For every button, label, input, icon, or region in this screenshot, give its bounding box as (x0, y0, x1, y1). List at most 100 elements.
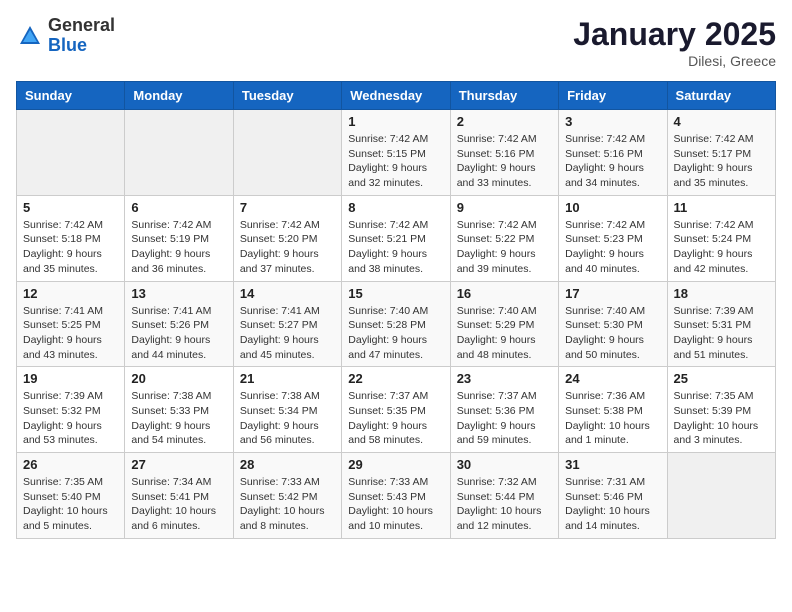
day-number: 7 (240, 200, 335, 215)
calendar-cell: 21Sunrise: 7:38 AM Sunset: 5:34 PM Dayli… (233, 367, 341, 453)
day-info: Sunrise: 7:40 AM Sunset: 5:29 PM Dayligh… (457, 304, 552, 363)
day-info: Sunrise: 7:42 AM Sunset: 5:15 PM Dayligh… (348, 132, 443, 191)
calendar-cell: 14 Sunrise: 7:41 AM Sunset: 5:27 PM Dayli… (233, 281, 341, 367)
calendar-cell: 25 Sunrise: 7:35 AM Sunset: 5:39 PM Dayli… (667, 367, 775, 453)
calendar-cell: 22Sunrise: 7:37 AM Sunset: 5:35 PM Dayli… (342, 367, 450, 453)
calendar-cell (667, 453, 775, 539)
day-info: Sunrise: 7:39 AM Sunset: 5:32 PM Dayligh… (23, 389, 118, 448)
calendar-cell: 30Sunrise: 7:32 AM Sunset: 5:44 PM Dayli… (450, 453, 558, 539)
day-number: 11 (674, 200, 769, 215)
day-info: Sunrise: 7:36 AM Sunset: 5:38 PM Dayligh… (565, 389, 660, 448)
calendar-cell: 24 Sunrise: 7:36 AM Sunset: 5:38 PM Dayli… (559, 367, 667, 453)
weekday-header-row: SundayMondayTuesdayWednesdayThursdayFrid… (17, 82, 776, 110)
day-number: 26 (23, 457, 118, 472)
calendar-cell (233, 110, 341, 196)
day-number: 3 (565, 114, 660, 129)
calendar-cell: 19 Sunrise: 7:39 AM Sunset: 5:32 PM Dayli… (17, 367, 125, 453)
day-info: Sunrise: 7:42 AM Sunset: 5:24 PM Dayligh… (674, 218, 769, 277)
calendar-cell: 3 Sunrise: 7:42 AM Sunset: 5:16 PM Daylig… (559, 110, 667, 196)
day-info: Sunrise: 7:42 AM Sunset: 5:21 PM Dayligh… (348, 218, 443, 277)
day-number: 22 (348, 371, 443, 386)
day-info: Sunrise: 7:42 AM Sunset: 5:17 PM Dayligh… (674, 132, 769, 191)
calendar-cell: 29 Sunrise: 7:33 AM Sunset: 5:43 PM Dayli… (342, 453, 450, 539)
day-number: 12 (23, 286, 118, 301)
day-number: 17 (565, 286, 660, 301)
day-number: 23 (457, 371, 552, 386)
day-info: Sunrise: 7:41 AM Sunset: 5:27 PM Dayligh… (240, 304, 335, 363)
location: Dilesi, Greece (573, 53, 776, 69)
day-number: 6 (131, 200, 226, 215)
calendar-cell: 17Sunrise: 7:40 AM Sunset: 5:30 PM Dayli… (559, 281, 667, 367)
calendar-cell: 28 Sunrise: 7:33 AM Sunset: 5:42 PM Dayli… (233, 453, 341, 539)
day-number: 10 (565, 200, 660, 215)
day-info: Sunrise: 7:42 AM Sunset: 5:18 PM Dayligh… (23, 218, 118, 277)
day-number: 5 (23, 200, 118, 215)
day-info: Sunrise: 7:42 AM Sunset: 5:16 PM Dayligh… (457, 132, 552, 191)
day-number: 29 (348, 457, 443, 472)
calendar-week-row: 19 Sunrise: 7:39 AM Sunset: 5:32 PM Dayli… (17, 367, 776, 453)
day-info: Sunrise: 7:41 AM Sunset: 5:25 PM Dayligh… (23, 304, 118, 363)
day-number: 18 (674, 286, 769, 301)
day-info: Sunrise: 7:42 AM Sunset: 5:16 PM Dayligh… (565, 132, 660, 191)
day-info: Sunrise: 7:33 AM Sunset: 5:42 PM Dayligh… (240, 475, 335, 534)
calendar-table: SundayMondayTuesdayWednesdayThursdayFrid… (16, 81, 776, 539)
weekday-header-thursday: Thursday (450, 82, 558, 110)
calendar-cell: 13 Sunrise: 7:41 AM Sunset: 5:26 PM Dayli… (125, 281, 233, 367)
day-number: 1 (348, 114, 443, 129)
calendar-cell: 26 Sunrise: 7:35 AM Sunset: 5:40 PM Dayli… (17, 453, 125, 539)
day-number: 9 (457, 200, 552, 215)
calendar-cell: 5 Sunrise: 7:42 AM Sunset: 5:18 PM Daylig… (17, 195, 125, 281)
day-info: Sunrise: 7:40 AM Sunset: 5:28 PM Dayligh… (348, 304, 443, 363)
day-number: 16 (457, 286, 552, 301)
day-info: Sunrise: 7:31 AM Sunset: 5:46 PM Dayligh… (565, 475, 660, 534)
day-info: Sunrise: 7:35 AM Sunset: 5:39 PM Dayligh… (674, 389, 769, 448)
month-title: January 2025 (573, 16, 776, 53)
day-number: 24 (565, 371, 660, 386)
calendar-cell: 23 Sunrise: 7:37 AM Sunset: 5:36 PM Dayli… (450, 367, 558, 453)
day-number: 28 (240, 457, 335, 472)
calendar-cell: 9Sunrise: 7:42 AM Sunset: 5:22 PM Daylig… (450, 195, 558, 281)
day-info: Sunrise: 7:33 AM Sunset: 5:43 PM Dayligh… (348, 475, 443, 534)
weekday-header-wednesday: Wednesday (342, 82, 450, 110)
calendar-cell: 4 Sunrise: 7:42 AM Sunset: 5:17 PM Daylig… (667, 110, 775, 196)
day-info: Sunrise: 7:35 AM Sunset: 5:40 PM Dayligh… (23, 475, 118, 534)
day-info: Sunrise: 7:32 AM Sunset: 5:44 PM Dayligh… (457, 475, 552, 534)
logo-blue-text: Blue (48, 36, 115, 56)
weekday-header-monday: Monday (125, 82, 233, 110)
title-block: January 2025 Dilesi, Greece (573, 16, 776, 69)
calendar-cell: 6 Sunrise: 7:42 AM Sunset: 5:19 PM Daylig… (125, 195, 233, 281)
logo-text: General Blue (48, 16, 115, 56)
day-info: Sunrise: 7:38 AM Sunset: 5:33 PM Dayligh… (131, 389, 226, 448)
calendar-week-row: 26 Sunrise: 7:35 AM Sunset: 5:40 PM Dayli… (17, 453, 776, 539)
calendar-cell: 15 Sunrise: 7:40 AM Sunset: 5:28 PM Dayli… (342, 281, 450, 367)
day-number: 8 (348, 200, 443, 215)
day-number: 19 (23, 371, 118, 386)
logo-icon (16, 22, 44, 50)
calendar-cell (17, 110, 125, 196)
day-info: Sunrise: 7:41 AM Sunset: 5:26 PM Dayligh… (131, 304, 226, 363)
day-info: Sunrise: 7:39 AM Sunset: 5:31 PM Dayligh… (674, 304, 769, 363)
calendar-cell: 20Sunrise: 7:38 AM Sunset: 5:33 PM Dayli… (125, 367, 233, 453)
day-info: Sunrise: 7:42 AM Sunset: 5:19 PM Dayligh… (131, 218, 226, 277)
weekday-header-sunday: Sunday (17, 82, 125, 110)
day-number: 13 (131, 286, 226, 301)
weekday-header-friday: Friday (559, 82, 667, 110)
day-info: Sunrise: 7:37 AM Sunset: 5:36 PM Dayligh… (457, 389, 552, 448)
day-number: 27 (131, 457, 226, 472)
calendar-week-row: 12 Sunrise: 7:41 AM Sunset: 5:25 PM Dayli… (17, 281, 776, 367)
day-number: 31 (565, 457, 660, 472)
day-number: 14 (240, 286, 335, 301)
calendar-cell: 11 Sunrise: 7:42 AM Sunset: 5:24 PM Dayli… (667, 195, 775, 281)
day-number: 15 (348, 286, 443, 301)
calendar-cell (125, 110, 233, 196)
day-number: 25 (674, 371, 769, 386)
calendar-cell: 2Sunrise: 7:42 AM Sunset: 5:16 PM Daylig… (450, 110, 558, 196)
calendar-cell: 18 Sunrise: 7:39 AM Sunset: 5:31 PM Dayli… (667, 281, 775, 367)
day-number: 4 (674, 114, 769, 129)
day-number: 21 (240, 371, 335, 386)
calendar-cell: 8 Sunrise: 7:42 AM Sunset: 5:21 PM Daylig… (342, 195, 450, 281)
day-info: Sunrise: 7:42 AM Sunset: 5:20 PM Dayligh… (240, 218, 335, 277)
calendar-cell: 7 Sunrise: 7:42 AM Sunset: 5:20 PM Daylig… (233, 195, 341, 281)
calendar-cell: 16 Sunrise: 7:40 AM Sunset: 5:29 PM Dayli… (450, 281, 558, 367)
calendar-cell: 31 Sunrise: 7:31 AM Sunset: 5:46 PM Dayli… (559, 453, 667, 539)
